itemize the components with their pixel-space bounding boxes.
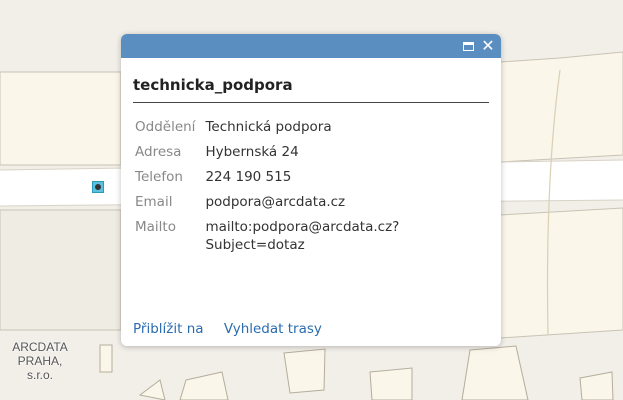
mailto-value: mailto:podpora@arcdata.cz? Subject=dotaz	[205, 219, 400, 253]
popup-pointer	[108, 171, 122, 203]
field-name: Oddělení	[135, 119, 196, 135]
popup-title: technicka_podpora	[133, 76, 489, 103]
building-block	[283, 348, 326, 394]
field-value: mailto:podpora@arcdata.cz? Subject=dotaz	[201, 215, 459, 258]
building-block	[369, 367, 413, 400]
map-place-label: ARCDATA PRAHA, s.r.o.	[12, 340, 68, 382]
field-name: Email	[135, 194, 173, 210]
close-icon[interactable]: ✕	[479, 36, 497, 56]
info-popup: ✕ technicka_podpora Oddělení Technická p…	[121, 34, 501, 346]
field-name: Telefon	[135, 169, 183, 185]
table-row: Mailto mailto:podpora@arcdata.cz? Subject…	[131, 215, 459, 258]
popup-header: ✕	[121, 34, 501, 58]
building-block	[0, 209, 122, 331]
field-name: Adresa	[135, 144, 182, 160]
building-block	[0, 0, 623, 35]
table-row: Adresa Hybernská 24	[131, 140, 459, 165]
building-block	[461, 345, 529, 400]
point-marker-icon[interactable]	[92, 181, 104, 193]
directions-link[interactable]: Vyhledat trasy	[224, 321, 322, 337]
field-value: Hybernská 24	[205, 144, 299, 160]
field-value: 224 190 515	[205, 169, 292, 185]
popup-actions: Přiblížit na Vyhledat trasy	[133, 321, 338, 337]
building-block	[99, 344, 113, 373]
building-block	[499, 51, 623, 163]
table-row: Telefon 224 190 515	[131, 165, 459, 190]
field-name: Mailto	[135, 219, 176, 235]
attribute-table: Oddělení Technická podpora Adresa Hybern…	[131, 115, 459, 258]
field-value: podpora@arcdata.cz	[205, 194, 346, 210]
table-row: Email podpora@arcdata.cz	[131, 190, 459, 215]
table-row: Oddělení Technická podpora	[131, 115, 459, 140]
building-block	[0, 71, 122, 166]
building-block	[499, 207, 623, 339]
maximize-icon[interactable]	[459, 36, 477, 56]
zoom-to-link[interactable]: Přiblížit na	[133, 321, 204, 337]
field-value: Technická podpora	[205, 119, 332, 135]
